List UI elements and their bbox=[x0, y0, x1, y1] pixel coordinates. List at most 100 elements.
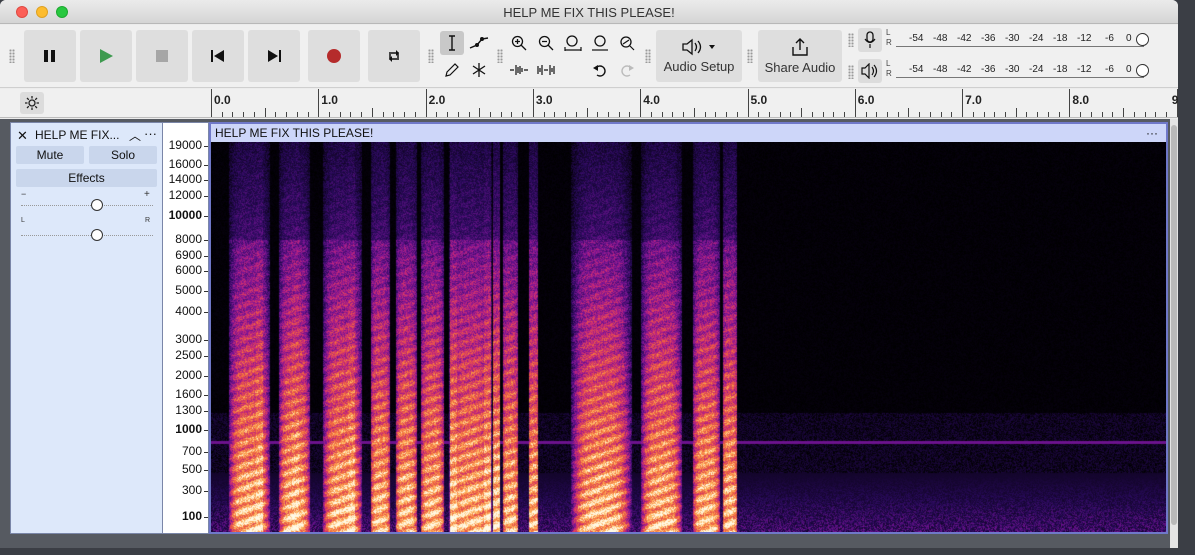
ruler-minor-tick bbox=[608, 112, 609, 117]
track-menu-icon[interactable]: ··· bbox=[144, 126, 157, 141]
ruler-minor-tick bbox=[404, 112, 406, 117]
frequency-axis[interactable]: 19000 16000 14000 12000 10000 8000 6900 6000 500… bbox=[163, 122, 209, 534]
audio-setup-button[interactable]: Audio Setup bbox=[656, 30, 742, 82]
skip-to-start-button[interactable] bbox=[192, 30, 244, 82]
clip-header[interactable]: HELP ME FIX THIS PLEASE! ··· bbox=[211, 124, 1166, 142]
skip-to-end-button[interactable] bbox=[248, 30, 300, 82]
ruler-minor-tick bbox=[865, 112, 867, 117]
record-button[interactable] bbox=[308, 30, 360, 82]
draw-tool-button[interactable] bbox=[440, 58, 464, 82]
zoom-in-button[interactable] bbox=[507, 31, 531, 55]
tools-grip[interactable] bbox=[428, 49, 434, 63]
ruler-major-tick bbox=[854, 89, 856, 117]
record-meter-button[interactable] bbox=[858, 28, 882, 52]
ruler-minor-tick bbox=[489, 112, 491, 117]
pan-knob[interactable] bbox=[91, 229, 103, 241]
timeline-settings-button[interactable] bbox=[20, 92, 44, 114]
ruler-minor-tick bbox=[897, 112, 899, 117]
fit-selection-button[interactable] bbox=[561, 31, 585, 55]
share-icon bbox=[792, 38, 808, 56]
ruler-minor-tick bbox=[1090, 112, 1092, 117]
record-meter[interactable]: LR -54 -48 -42 -36 -30 -24 -18 -12 -6 0 bbox=[858, 28, 1178, 52]
timeline-ruler[interactable]: 0.0 1.0 2.0 3.0 4.0 5.0 6.0 7.0 8.0 9.0 bbox=[0, 89, 1178, 118]
ruler-label: 8.0 bbox=[1072, 93, 1090, 107]
ruler-minor-tick bbox=[253, 112, 255, 117]
frequency-tick bbox=[204, 196, 208, 197]
multi-tool-button[interactable] bbox=[467, 58, 491, 82]
track-name[interactable]: HELP ME FIX... bbox=[35, 128, 119, 142]
ruler-minor-tick bbox=[908, 108, 910, 117]
track-close-icon[interactable]: ✕ bbox=[17, 128, 28, 144]
clip-menu-icon[interactable]: ··· bbox=[1146, 124, 1158, 142]
envelope-tool-button[interactable] bbox=[467, 31, 491, 55]
ruler-minor-tick bbox=[1133, 112, 1135, 117]
meter-tick: -18 bbox=[1053, 33, 1068, 44]
frequency-tick bbox=[204, 180, 208, 181]
fit-project-button[interactable] bbox=[588, 31, 612, 55]
pan-slider[interactable] bbox=[21, 228, 153, 241]
zoom-out-button[interactable] bbox=[534, 31, 558, 55]
share-audio-button[interactable]: Share Audio bbox=[758, 30, 842, 82]
audio-setup-grip[interactable] bbox=[645, 49, 651, 63]
spectrogram[interactable] bbox=[211, 142, 1166, 532]
microphone-icon bbox=[864, 31, 876, 48]
zoom-out-icon bbox=[538, 35, 554, 51]
meter-tick: -30 bbox=[1005, 64, 1020, 75]
toolbar-grip[interactable] bbox=[9, 49, 15, 63]
gain-slider[interactable] bbox=[21, 198, 153, 211]
playback-level-knob[interactable] bbox=[1136, 64, 1149, 77]
audio-clip[interactable]: HELP ME FIX THIS PLEASE! ··· bbox=[209, 122, 1168, 534]
redo-button[interactable] bbox=[615, 58, 639, 82]
frequency-label: 19000 bbox=[168, 138, 202, 152]
ruler-minor-tick bbox=[940, 112, 942, 117]
meter-tick: -24 bbox=[1029, 64, 1044, 75]
track-collapse-icon[interactable]: ︿ bbox=[129, 127, 141, 144]
gain-knob[interactable] bbox=[91, 199, 103, 211]
solo-button[interactable]: Solo bbox=[89, 146, 157, 164]
record-meter-scale: -54 -48 -42 -36 -30 -24 -18 -12 -6 0 bbox=[896, 30, 1149, 50]
frequency-label: 5000 bbox=[175, 283, 202, 297]
record-meter-grip[interactable] bbox=[848, 33, 854, 47]
ruler-label: 3.0 bbox=[535, 93, 553, 107]
meter-tick: -12 bbox=[1077, 64, 1092, 75]
frequency-label: 6900 bbox=[175, 248, 202, 262]
record-level-knob[interactable] bbox=[1136, 33, 1149, 46]
selection-tool-button[interactable] bbox=[440, 31, 464, 55]
ruler-minor-tick bbox=[822, 112, 824, 117]
loop-button[interactable] bbox=[368, 30, 420, 82]
pencil-icon bbox=[445, 63, 459, 77]
silence-audio-button[interactable] bbox=[534, 58, 558, 82]
undo-button[interactable] bbox=[588, 58, 612, 82]
pause-button[interactable] bbox=[24, 30, 76, 82]
playback-meter[interactable]: LR -54 -48 -42 -36 -30 -24 -18 -12 -6 0 bbox=[858, 59, 1178, 83]
meter-tick: -6 bbox=[1105, 64, 1114, 75]
ruler-minor-tick bbox=[275, 112, 277, 117]
ruler-minor-tick bbox=[693, 108, 695, 117]
gear-icon bbox=[25, 96, 39, 110]
ruler-label: 6.0 bbox=[857, 93, 875, 107]
ruler-major-tick bbox=[318, 89, 320, 117]
ruler-minor-tick bbox=[1026, 112, 1028, 117]
frequency-tick bbox=[204, 470, 208, 471]
playback-meter-button[interactable] bbox=[858, 59, 882, 83]
share-grip[interactable] bbox=[747, 49, 753, 63]
ruler-minor-tick bbox=[221, 112, 223, 117]
frequency-label: 3000 bbox=[175, 332, 202, 346]
ruler-minor-tick bbox=[1058, 112, 1060, 117]
scrollbar-thumb[interactable] bbox=[1171, 125, 1177, 525]
ruler-label: 4.0 bbox=[643, 93, 660, 107]
window-title: HELP ME FIX THIS PLEASE! bbox=[503, 5, 675, 20]
mute-button[interactable]: Mute bbox=[16, 146, 84, 164]
playback-meter-grip[interactable] bbox=[848, 65, 854, 79]
zoom-toggle-button[interactable] bbox=[615, 31, 639, 55]
play-button[interactable] bbox=[80, 30, 132, 82]
frequency-tick bbox=[204, 216, 208, 217]
trim-audio-button[interactable] bbox=[507, 58, 531, 82]
vertical-scrollbar[interactable] bbox=[1170, 119, 1178, 548]
ruler-minor-tick bbox=[1037, 112, 1039, 117]
ruler-minor-tick bbox=[393, 112, 395, 117]
stop-button[interactable] bbox=[136, 30, 188, 82]
play-icon bbox=[100, 49, 113, 63]
edit-grip[interactable] bbox=[497, 49, 503, 63]
effects-button[interactable]: Effects bbox=[16, 169, 157, 187]
